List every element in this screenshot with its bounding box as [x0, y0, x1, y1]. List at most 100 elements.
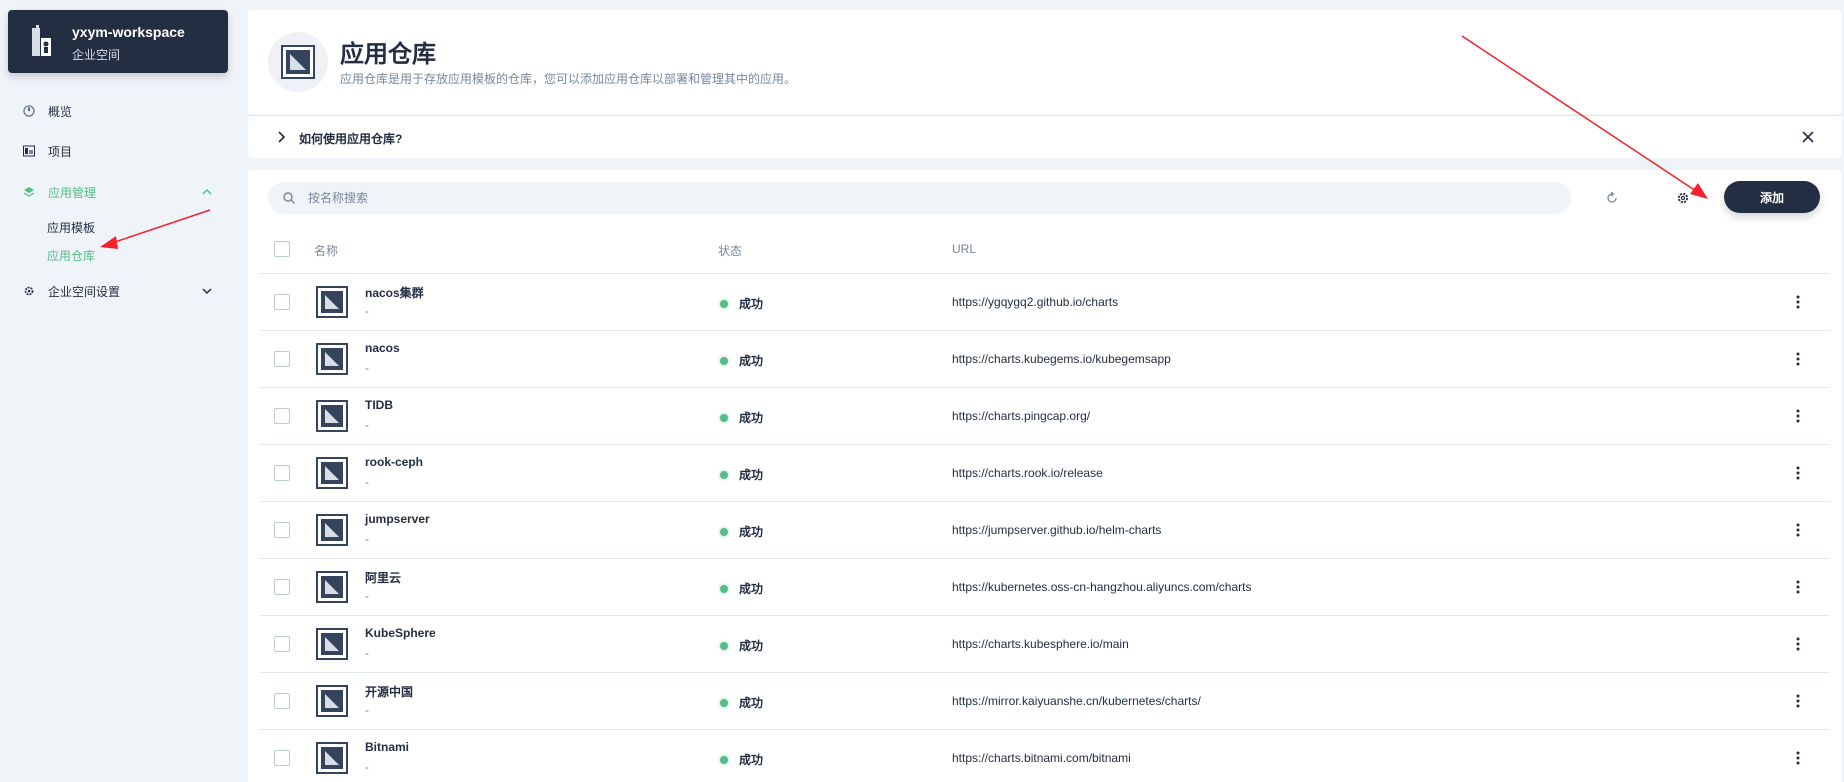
page-header: 应用仓库 应用仓库是用于存放应用模板的仓库，您可以添加应用仓库以部署和管理其中的… [248, 10, 1842, 114]
repo-name[interactable]: 开源中国 [365, 683, 413, 700]
add-button[interactable]: 添加 [1724, 181, 1820, 213]
search-bar[interactable] [268, 182, 1571, 214]
row-checkbox[interactable] [274, 693, 290, 709]
status-dot-icon [720, 755, 728, 764]
repo-name[interactable]: Bitnami [365, 740, 409, 754]
column-status: 状态 [718, 244, 743, 258]
repo-name[interactable]: nacos [365, 341, 400, 355]
status-badge: 成功 [720, 295, 763, 312]
repo-name[interactable]: 阿里云 [365, 569, 401, 586]
status-badge: 成功 [720, 466, 763, 483]
status-badge: 成功 [720, 751, 763, 768]
status-dot-icon [720, 299, 728, 308]
page-title: 应用仓库 [340, 41, 436, 68]
row-checkbox[interactable] [274, 408, 290, 424]
more-actions-button[interactable] [1788, 577, 1808, 597]
table-row[interactable]: KubeSphere - 成功 https://charts.kubespher… [260, 616, 1830, 673]
search-input[interactable] [308, 182, 1548, 214]
select-all-checkbox[interactable] [274, 241, 290, 257]
status-dot-icon [720, 356, 728, 365]
more-vertical-icon [1796, 751, 1800, 765]
status-text: 成功 [739, 753, 764, 767]
chevron-right-icon[interactable] [274, 130, 288, 144]
project-icon [22, 144, 36, 158]
more-vertical-icon [1796, 466, 1800, 480]
workspace-name: yxym-workspace [72, 24, 185, 40]
repo-description: - [365, 646, 369, 660]
table-row[interactable]: Bitnami - 成功 https://charts.bitnami.com/… [260, 730, 1830, 782]
repo-icon [316, 286, 348, 318]
repo-description: - [365, 589, 369, 603]
row-checkbox[interactable] [274, 579, 290, 595]
more-vertical-icon [1796, 352, 1800, 366]
column-name[interactable]: 名称 [314, 242, 338, 259]
repo-name[interactable]: nacos集群 [365, 284, 424, 301]
repo-description: - [365, 532, 369, 546]
chevron-down-icon [200, 284, 214, 298]
table-row[interactable]: 开源中国 - 成功 https://mirror.kaiyuanshe.cn/k… [260, 673, 1830, 730]
status-text: 成功 [739, 582, 764, 596]
repo-url: https://charts.kubegems.io/kubegemsapp [952, 352, 1171, 366]
settings-button[interactable] [1671, 186, 1695, 210]
more-actions-button[interactable] [1788, 634, 1808, 654]
repo-name[interactable]: TIDB [365, 398, 393, 412]
status-dot-icon [720, 413, 728, 422]
help-toggle[interactable]: 如何使用应用仓库? [299, 130, 402, 147]
repo-icon [316, 742, 348, 774]
nav-workspace-settings-label: 企业空间设置 [48, 284, 121, 299]
repo-url: https://charts.kubesphere.io/main [952, 637, 1129, 651]
gear-icon [1677, 192, 1689, 204]
repo-name[interactable]: rook-ceph [365, 455, 423, 469]
nav-app-management[interactable]: 应用管理 [0, 176, 236, 208]
nav-overview[interactable]: 概览 [0, 95, 236, 127]
status-badge: 成功 [720, 580, 763, 597]
more-actions-button[interactable] [1788, 292, 1808, 312]
repo-icon [316, 457, 348, 489]
row-checkbox[interactable] [274, 465, 290, 481]
more-actions-button[interactable] [1788, 349, 1808, 369]
row-checkbox[interactable] [274, 750, 290, 766]
row-checkbox[interactable] [274, 522, 290, 538]
close-icon[interactable] [1800, 129, 1816, 145]
more-vertical-icon [1796, 580, 1800, 594]
more-actions-button[interactable] [1788, 691, 1808, 711]
table-row[interactable]: nacos - 成功 https://charts.kubegems.io/ku… [260, 331, 1830, 388]
table-row[interactable]: rook-ceph - 成功 https://charts.rook.io/re… [260, 445, 1830, 502]
refresh-icon [1607, 191, 1617, 203]
status-dot-icon [720, 470, 728, 479]
status-badge: 成功 [720, 409, 763, 426]
repo-icon [316, 685, 348, 717]
table-row[interactable]: nacos集群 - 成功 https://ygqygq2.github.io/c… [260, 274, 1830, 331]
repo-icon [316, 628, 348, 660]
row-checkbox[interactable] [274, 294, 290, 310]
help-banner: 如何使用应用仓库? [248, 115, 1842, 158]
more-vertical-icon [1796, 637, 1800, 651]
repo-url: https://kubernetes.oss-cn-hangzhou.aliyu… [952, 580, 1252, 594]
row-checkbox[interactable] [274, 351, 290, 367]
repo-name[interactable]: jumpserver [365, 512, 430, 526]
table-row[interactable]: jumpserver - 成功 https://jumpserver.githu… [260, 502, 1830, 559]
more-vertical-icon [1796, 694, 1800, 708]
table-row[interactable]: TIDB - 成功 https://charts.pingcap.org/ [260, 388, 1830, 445]
status-text: 成功 [739, 468, 764, 482]
status-dot-icon [720, 641, 728, 650]
nav-projects[interactable]: 项目 [0, 135, 236, 167]
repo-name[interactable]: KubeSphere [365, 626, 436, 640]
repo-icon [316, 343, 348, 375]
nav-app-management-label: 应用管理 [48, 185, 97, 200]
nav-app-templates[interactable]: 应用模板 [47, 219, 95, 236]
more-actions-button[interactable] [1788, 748, 1808, 768]
more-actions-button[interactable] [1788, 520, 1808, 540]
repo-url: https://ygqygq2.github.io/charts [952, 295, 1119, 309]
nav-app-repos[interactable]: 应用仓库 [47, 247, 95, 264]
search-icon [283, 192, 295, 204]
table-row[interactable]: 阿里云 - 成功 https://kubernetes.oss-cn-hangz… [260, 559, 1830, 616]
nav-workspace-settings[interactable]: 企业空间设置 [0, 275, 236, 307]
more-actions-button[interactable] [1788, 463, 1808, 483]
repo-table-card: 添加 名称 状态 URL nacos集群 - 成功 https://ygqygq… [248, 170, 1842, 782]
workspace-card[interactable]: yxym-workspace 企业空间 [8, 10, 228, 73]
refresh-button[interactable] [1600, 186, 1624, 210]
more-actions-button[interactable] [1788, 406, 1808, 426]
repo-description: - [365, 475, 369, 489]
row-checkbox[interactable] [274, 636, 290, 652]
